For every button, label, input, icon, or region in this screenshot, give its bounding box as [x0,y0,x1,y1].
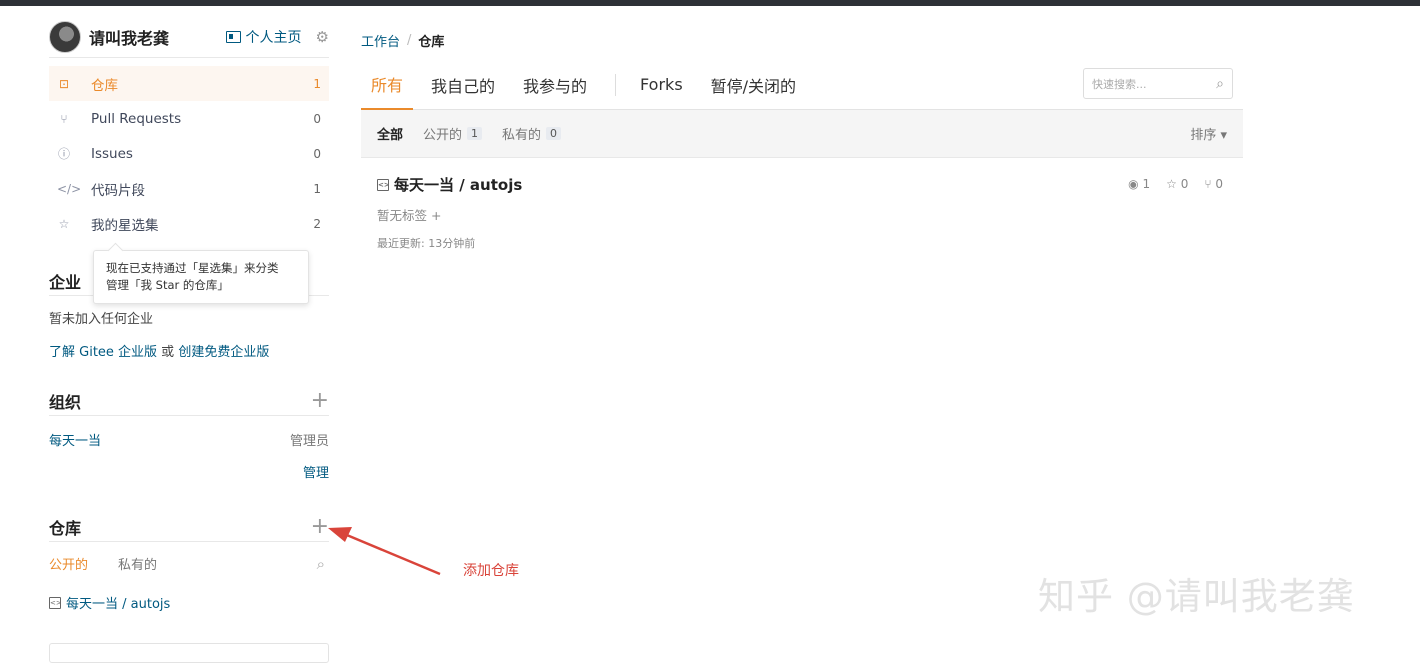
watermark: 知乎 @请叫我老龚 [1038,575,1355,618]
arrow-head [328,527,352,542]
arrow-line [341,531,441,576]
annotation-arrow [328,527,441,576]
star-collection-tooltip: 现在已支持通过「星选集」来分类 管理「我 Star 的仓库」 [93,250,309,304]
tooltip-line-1: 现在已支持通过「星选集」来分类 [106,261,279,275]
annotation-text: 添加仓库 [463,563,519,579]
tooltip-line-2: 管理「我 Star 的仓库」 [106,278,229,292]
